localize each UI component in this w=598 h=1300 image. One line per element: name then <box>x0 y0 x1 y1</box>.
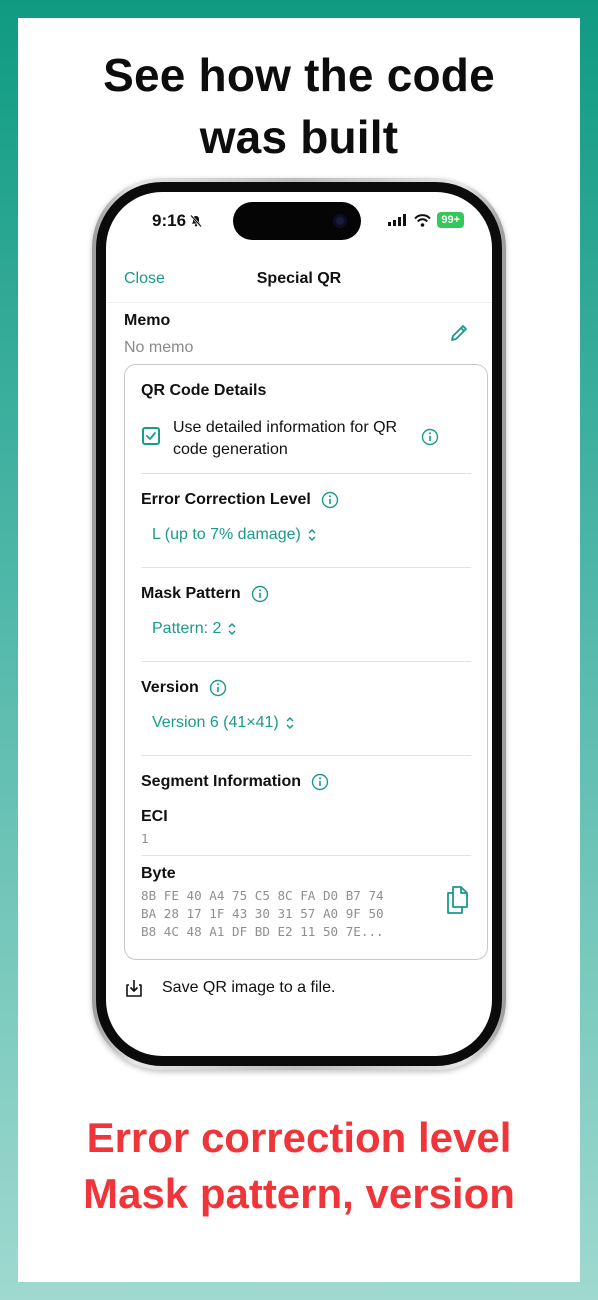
pencil-icon[interactable] <box>448 322 470 344</box>
error-correction-value: L (up to 7% damage) <box>152 526 301 543</box>
qr-details-title: QR Code Details <box>141 382 267 399</box>
divider <box>141 661 471 662</box>
error-correction-label-text: Error Correction Level <box>141 491 311 508</box>
promo-footer: Error correction level Mask pattern, ver… <box>18 1110 580 1222</box>
cellular-signal-icon <box>388 214 407 226</box>
byte-line-2: BA 28 17 1F 43 30 31 57 A0 9F 50 <box>141 906 384 921</box>
page-title: Special QR <box>256 270 342 287</box>
chevron-up-down-icon <box>228 622 236 636</box>
version-value: Version 6 (41×41) <box>152 714 279 731</box>
error-correction-select[interactable]: L (up to 7% damage) <box>152 526 317 544</box>
mask-pattern-select[interactable]: Pattern: 2 <box>152 620 237 638</box>
error-correction-label: Error Correction Level <box>141 491 339 509</box>
info-icon[interactable] <box>421 428 439 446</box>
copy-icon[interactable] <box>445 885 471 915</box>
promo-headline-line2: was built <box>199 111 399 163</box>
eci-label: ECI <box>141 808 168 825</box>
chevron-up-down-icon <box>286 716 294 730</box>
version-label-text: Version <box>141 679 199 696</box>
qr-details-panel: QR Code Details Use detailed information… <box>124 364 488 960</box>
mask-pattern-value: Pattern: 2 <box>152 620 222 637</box>
save-qr-image-button[interactable]: Save QR image to a file. <box>124 978 335 998</box>
status-indicators: 99+ <box>388 212 464 228</box>
save-qr-image-label: Save QR image to a file. <box>162 979 336 996</box>
download-tray-icon <box>126 980 142 997</box>
memo-label: Memo <box>124 312 171 329</box>
info-icon[interactable] <box>209 679 227 697</box>
chevron-up-down-icon <box>308 528 316 542</box>
memo-value: No memo <box>124 339 194 356</box>
battery-indicator: 99+ <box>437 212 464 228</box>
byte-label: Byte <box>141 865 176 882</box>
info-icon[interactable] <box>251 585 269 603</box>
promo-footer-line2: Mask pattern, version <box>83 1170 515 1217</box>
segment-information-label-text: Segment Information <box>141 773 302 790</box>
phone-frame: 9:16 99+ Close Special QR Memo No memo Q… <box>92 178 506 1070</box>
status-time-text: 9:16 <box>152 211 187 230</box>
info-icon[interactable] <box>311 773 329 791</box>
info-icon[interactable] <box>321 491 339 509</box>
byte-line-3: B8 4C 48 A1 DF BD E2 11 50 7E... <box>141 924 384 939</box>
segment-information-label: Segment Information <box>141 773 329 791</box>
divider <box>141 755 471 756</box>
promo-footer-line1: Error correction level <box>86 1114 512 1161</box>
camera-icon <box>333 214 347 228</box>
navigation-bar: Close Special QR <box>106 262 492 303</box>
dynamic-island <box>233 202 361 240</box>
promo-headline-line1: See how the code <box>103 49 495 101</box>
mask-pattern-label: Mask Pattern <box>141 585 269 603</box>
status-time: 9:16 <box>152 211 203 231</box>
checkmark-icon <box>146 432 156 440</box>
version-select[interactable]: Version 6 (41×41) <box>152 714 295 732</box>
bell-slash-icon <box>190 214 202 228</box>
version-label: Version <box>141 679 227 697</box>
use-detailed-checkbox[interactable] <box>142 427 160 445</box>
phone-bezel: 9:16 99+ Close Special QR Memo No memo Q… <box>96 182 502 1066</box>
mask-pattern-label-text: Mask Pattern <box>141 585 241 602</box>
phone-screen: 9:16 99+ Close Special QR Memo No memo Q… <box>106 192 492 1056</box>
divider <box>141 473 471 474</box>
use-detailed-label: Use detailed information for QR code gen… <box>173 419 398 458</box>
divider <box>141 855 471 856</box>
eci-value: 1 <box>141 831 149 846</box>
wifi-icon <box>414 213 432 227</box>
byte-line-1: 8B FE 40 A4 75 C5 8C FA D0 B7 74 <box>141 888 384 903</box>
divider <box>141 567 471 568</box>
promo-headline: See how the code was built <box>18 44 580 168</box>
